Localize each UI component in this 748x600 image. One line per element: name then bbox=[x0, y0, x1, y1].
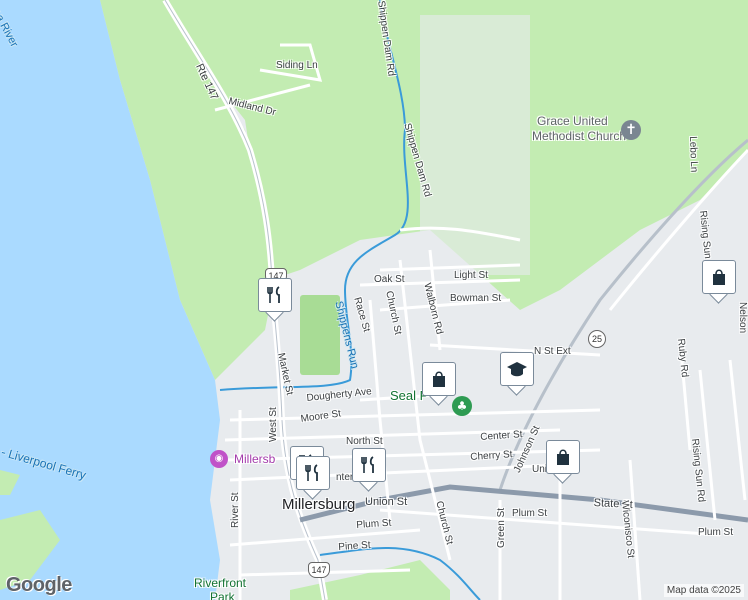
road-label-oak-st: Oak St bbox=[374, 274, 405, 285]
town-label-millersburg: Millersburg bbox=[282, 496, 356, 513]
shopping-bag-icon bbox=[557, 449, 569, 465]
place-label-grace-church-2[interactable]: Methodist Church bbox=[532, 129, 626, 143]
shopping-bag-icon bbox=[433, 371, 445, 387]
place-label-ferry-poi[interactable]: Millersb bbox=[234, 452, 275, 466]
road-label-light-st: Light St bbox=[454, 270, 488, 281]
road-label-union-partial: Uni bbox=[532, 464, 548, 475]
place-label-riverfront-2[interactable]: Park bbox=[210, 590, 235, 600]
google-logo: Google bbox=[6, 574, 72, 596]
road-label-lebo-ln: Lebo Ln bbox=[687, 136, 700, 173]
road-label-plum-st-3: Plum St bbox=[698, 527, 734, 538]
road-label-n-st-ext: N St Ext bbox=[534, 346, 571, 357]
marker-shopping-2[interactable] bbox=[422, 362, 456, 406]
school-icon bbox=[507, 362, 527, 377]
marker-shopping-3[interactable] bbox=[546, 440, 580, 484]
marker-restaurant-2[interactable] bbox=[352, 448, 386, 492]
marker-school[interactable] bbox=[500, 352, 534, 396]
road-label-green-st: Green St bbox=[496, 507, 507, 548]
place-label-grace-church-1[interactable]: Grace United bbox=[537, 114, 608, 128]
route-shield-25: 25 bbox=[588, 330, 606, 348]
map-base-layer bbox=[0, 0, 748, 600]
shopping-bag-icon bbox=[713, 269, 725, 285]
road-label-north-st: North St bbox=[346, 436, 383, 447]
route-shield-147-south: 147 bbox=[308, 562, 330, 578]
road-label-west-st: West St bbox=[268, 407, 279, 442]
road-label-pine-st: Pine St bbox=[338, 539, 371, 553]
map-canvas[interactable]: nna River Rte 147 Siding Ln Midland Dr S… bbox=[0, 0, 748, 600]
marker-restaurant-1[interactable] bbox=[258, 278, 292, 322]
road-label-union-st: Union St bbox=[365, 496, 408, 508]
church-icon[interactable]: ✝ bbox=[621, 120, 641, 140]
road-label-river-st: River St bbox=[230, 492, 241, 528]
restaurant-icon bbox=[361, 456, 374, 473]
place-label-riverfront-1[interactable]: Riverfront bbox=[194, 576, 246, 590]
road-label-plum-st-2: Plum St bbox=[512, 508, 548, 519]
road-label-nelson: Nelson bbox=[737, 302, 748, 334]
camera-icon[interactable]: ◉ bbox=[210, 450, 228, 468]
restaurant-icon bbox=[305, 464, 318, 481]
road-label-bowman-st: Bowman St bbox=[450, 293, 502, 304]
road-label-siding-ln: Siding Ln bbox=[276, 60, 318, 71]
marker-shopping-1[interactable] bbox=[702, 260, 736, 304]
marker-restaurant-4[interactable] bbox=[296, 456, 330, 500]
restaurant-icon bbox=[267, 286, 280, 303]
map-attribution[interactable]: Map data ©2025 bbox=[663, 584, 744, 597]
